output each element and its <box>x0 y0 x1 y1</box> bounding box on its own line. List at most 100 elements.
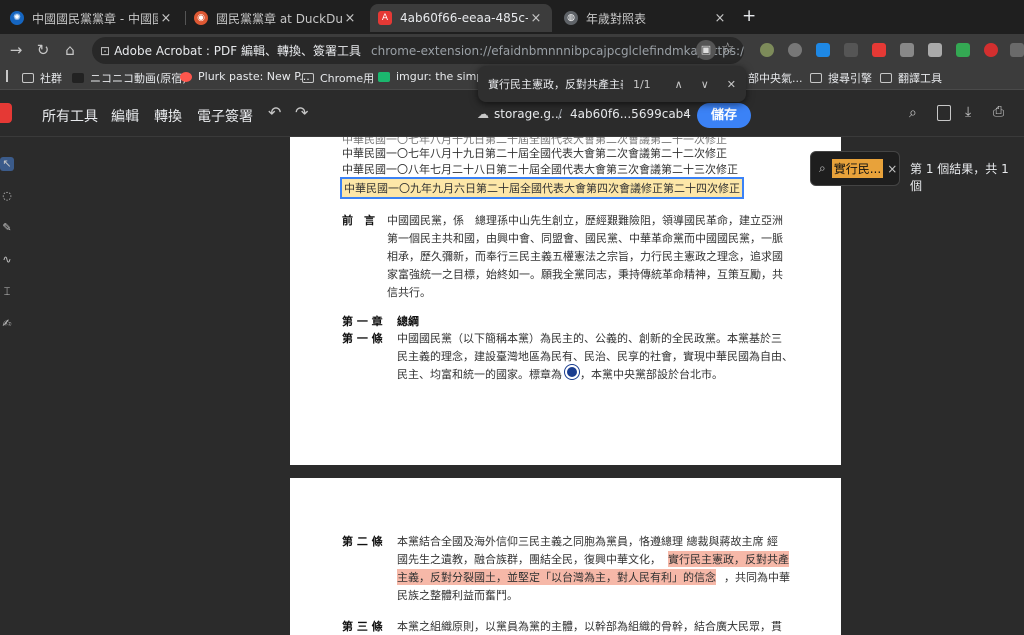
article2-line: 民族之整體利益而奮鬥。 <box>397 589 518 602</box>
bookmark-star-icon[interactable]: ☆ <box>721 39 734 57</box>
home-icon[interactable]: ⌂ <box>60 40 80 60</box>
comment-icon[interactable]: ◌ <box>0 189 14 203</box>
bookmark-label: 部中央氣... <box>748 72 803 85</box>
article1-label: 第 一 條 <box>342 332 383 345</box>
site-name: Adobe Acrobat : PDF 編輯、轉換、簽署工具 <box>114 44 361 58</box>
article1-line: 中國國民黨（以下簡稱本黨）為民主的、公義的、創新的全民政黨。本黨基於三 <box>397 332 782 345</box>
find-count: 1/1 <box>632 77 651 91</box>
drive-icon[interactable] <box>956 43 970 57</box>
bookmark-niconico[interactable]: ニコニコ動画(原宿) <box>72 70 187 86</box>
clear-search-icon[interactable]: × <box>887 162 897 176</box>
close-tab-icon[interactable]: × <box>528 11 544 26</box>
bookmark-plurk[interactable]: Plurk paste: New P... <box>180 70 310 83</box>
bookmark-label: ニコニコ動画(原宿) <box>90 72 187 85</box>
chapter1-label: 第 一 章 <box>342 315 383 328</box>
preamble-line: 信共行。 <box>387 286 431 299</box>
tab-year-table[interactable]: ◍ 年歲對照表 × <box>556 4 736 32</box>
find-input[interactable]: 實行民主憲政，反對共產主義 <box>488 76 623 92</box>
menu-all-tools[interactable]: 所有工具 <box>42 106 98 126</box>
cloud-icon: ☁ <box>477 107 489 121</box>
article3-line: 本黨之組織原則，以黨員為黨的主體，以幹部為組織的骨幹，結合廣大民眾，貫 <box>397 620 782 633</box>
pdf-search-result-count: 第 1 個結果，共 1 個 <box>910 162 1009 193</box>
pdf-page-2: 第 二 條 本黨結合全國及海外信仰三民主義之同胞為黨員，恪遵總理 總裁與蔣故主席… <box>290 478 841 635</box>
signature-icon[interactable]: ✍ <box>0 317 14 331</box>
new-tab-button[interactable]: + <box>742 6 756 26</box>
bookmark-label: 社群 <box>40 72 62 85</box>
article2-line: 國先生之遺教，融合族群，團結全民，復興中華文化， <box>397 553 661 566</box>
select-cursor-icon[interactable]: ↖ <box>0 157 14 171</box>
extension-gray-icon[interactable] <box>900 43 914 57</box>
folder-icon <box>22 73 34 83</box>
acrobat-logo-icon[interactable] <box>0 103 12 123</box>
bookmark-cwb[interactable]: 部中央氣... <box>748 70 803 86</box>
kmt-emblem-icon <box>565 365 579 379</box>
extension-red-icon[interactable] <box>984 43 998 57</box>
doc-host: storage.g... <box>494 107 563 121</box>
extension-white-icon[interactable] <box>928 43 942 57</box>
folder-icon <box>302 73 314 83</box>
amend-line-selected[interactable]: 中華民國一〇九年九月六日第二十屆全國代表大會第四次會議修正第二十四次修正 <box>340 177 744 199</box>
find-next-icon[interactable]: ∨ <box>701 78 709 91</box>
find-prev-icon[interactable]: ∧ <box>675 78 683 91</box>
find-close-icon[interactable]: ✕ <box>727 78 736 91</box>
close-tab-icon[interactable]: × <box>342 11 358 26</box>
pdf-search-box[interactable]: ⌕ 實行民... × <box>810 151 900 186</box>
print-icon[interactable]: ⎙ <box>993 104 1004 120</box>
bookmark-folder-social[interactable]: 社群 <box>22 70 62 86</box>
pages-icon[interactable] <box>937 105 951 121</box>
bookmark-folder-chrome[interactable]: Chrome用 <box>302 70 374 86</box>
tab-kmt-charter[interactable]: ✺ 中國國民黨黨章 - 中國國民黨全... × <box>2 4 182 32</box>
preamble-line: 家富強統一之目標，始終如一。願我全黨同志，秉持傳統革命精神，互策互勵，共 <box>387 268 783 281</box>
back-arrow-icon[interactable]: → <box>6 40 26 60</box>
save-button[interactable]: 儲存 <box>697 103 751 128</box>
menu-edit[interactable]: 編輯 <box>111 106 139 126</box>
plurk-icon <box>180 71 192 82</box>
extension-mask-icon[interactable] <box>844 43 858 57</box>
bookmarks-apps-icon[interactable] <box>6 70 8 82</box>
duckduckgo-icon: ◉ <box>194 11 208 25</box>
extension-leaf-icon[interactable] <box>760 43 774 57</box>
bookmark-folder-translate[interactable]: 翻譯工具 <box>880 70 942 86</box>
chevron-down-icon[interactable]: ⌄ <box>682 106 690 117</box>
preamble-line: 中國國民黨，係 總理孫中山先生創立，歷經艱難險阻，領導國民革命，建立亞洲 <box>387 214 783 227</box>
search-icon[interactable]: ⌕ <box>909 105 917 121</box>
bookmark-folder-search[interactable]: 搜尋引擎 <box>810 70 872 86</box>
acrobat-icon: A <box>378 11 392 25</box>
ublock-icon[interactable] <box>788 43 802 57</box>
tab-duckduckgo[interactable]: ◉ 國民黨黨章 at DuckDuckGo × <box>186 4 366 32</box>
text-box-icon[interactable]: ⌶ <box>0 285 14 299</box>
tab-title: 年歲對照表 <box>586 11 647 26</box>
search-highlight: 實行民主憲政，反對共產 <box>668 551 789 567</box>
close-tab-icon[interactable]: × <box>712 11 728 26</box>
highlight-pen-icon[interactable]: ✎ <box>0 221 14 235</box>
extension-m-icon[interactable] <box>872 43 886 57</box>
tab-pdf-active[interactable]: A 4ab60f66-eeaa-485c-b3d1-7c × <box>370 4 552 32</box>
article1-line: 民主、均富和統一的國家。標章為 <box>397 368 562 381</box>
redo-icon[interactable]: ↷ <box>295 103 308 122</box>
close-tab-icon[interactable]: × <box>158 11 174 26</box>
menu-e-sign[interactable]: 電子簽署 <box>197 106 253 126</box>
reload-icon[interactable]: ↻ <box>33 40 53 60</box>
address-bar[interactable]: ⊡ Adobe Acrobat : PDF 編輯、轉換、簽署工具 chrome-… <box>92 37 744 64</box>
folder-icon <box>810 73 822 83</box>
tab-strip: ✺ 中國國民黨黨章 - 中國國民黨全... × ◉ 國民黨黨章 at DuckD… <box>0 0 1024 34</box>
extension-blue-icon[interactable] <box>816 43 830 57</box>
preamble-line: 第一個民主共和國，由興中會、同盟會、國民黨、中華革命黨而中國國民黨，一脈 <box>387 232 783 245</box>
menu-convert[interactable]: 轉換 <box>154 106 182 126</box>
search-highlight: 主義，反對分裂國土，並堅定「以台灣為主，對人民有利」的信念 <box>397 569 716 585</box>
bookmark-label: 翻譯工具 <box>898 72 942 85</box>
doc-filename[interactable]: 4ab60f6...5699cab4 <box>570 107 691 121</box>
article2-line: ，共同為中華 <box>724 571 790 584</box>
extension-puzzle-icon[interactable] <box>1010 43 1024 57</box>
search-icon: ⌕ <box>819 161 826 175</box>
tab-title: 4ab60f66-eeaa-485c-b3d1-7c <box>400 11 528 25</box>
folder-icon <box>880 73 892 83</box>
reader-mode-icon[interactable]: ▣ <box>696 40 716 60</box>
undo-icon[interactable]: ↶ <box>268 103 281 122</box>
pdf-search-term[interactable]: 實行民... <box>831 159 884 178</box>
draw-icon[interactable]: ∿ <box>0 253 14 267</box>
globe-icon: ◍ <box>564 11 578 25</box>
preamble-line: 相承，歷久彌新，而奉行三民主義五權憲法之宗旨，力行民主憲政之理念，追求國 <box>387 250 783 263</box>
tab-title: 國民黨黨章 at DuckDuckGo <box>216 11 342 26</box>
download-icon[interactable]: ⤓ <box>965 104 971 120</box>
